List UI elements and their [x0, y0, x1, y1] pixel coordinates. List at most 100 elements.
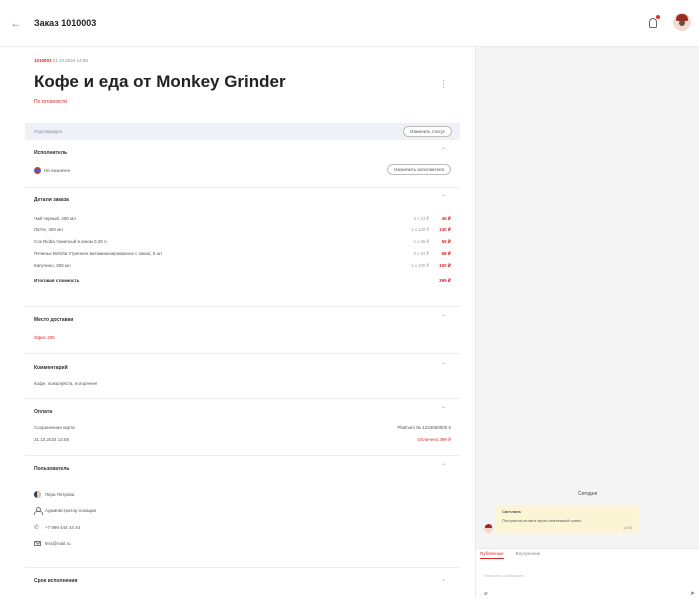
chat-message: Светлана Поступила оплата через платёжны…	[496, 505, 639, 533]
list-item: Чай черный, 200 мл 2 x 23 ₽ 46 ₽	[34, 216, 451, 221]
page-title: Заказ 1010003	[34, 18, 97, 28]
payment-date: 21.10.2024 14:58	[34, 437, 70, 442]
order-datetime: 21.10.2024 14:58	[52, 58, 88, 63]
notification-dot	[656, 15, 660, 19]
user-name: Лера Петрова	[45, 492, 75, 497]
top-right-controls	[646, 13, 691, 31]
item-price: 130 ₽	[439, 227, 451, 232]
payment-date-row: 21.10.2024 14:58 Оплачено 399 ₽	[34, 437, 451, 442]
chevron-up-icon[interactable]: ⌃	[441, 463, 446, 470]
list-item: Латте, 300 мл 1 x 130 ₽ 130 ₽	[34, 227, 451, 232]
user-email[interactable]: lera@mail.ru	[45, 541, 71, 546]
chevron-up-icon[interactable]: ⌃	[441, 147, 446, 154]
total-label: Итоговая стоимость	[34, 278, 80, 283]
order-id: 1010003	[34, 58, 52, 63]
chat-tabs: Публичные Внутренние	[480, 551, 540, 559]
item-qty: 1 x 130 ₽	[411, 227, 429, 232]
item-name: Латте, 300 мл	[34, 227, 63, 232]
deadline-heading: Срок исполнения	[34, 578, 78, 584]
user-email-row: lera@mail.ru	[34, 541, 451, 546]
status-label: Подтвержден	[34, 129, 63, 134]
app-window: ← Заказ 1010003 1010003 21.10.2024 14:58…	[0, 0, 699, 598]
item-name: Чай черный, 200 мл	[34, 216, 76, 221]
item-price: 68 ₽	[441, 251, 451, 256]
executor-value: Не назначен	[44, 168, 71, 173]
delivery-value: Офис 205	[34, 335, 55, 340]
tab-public[interactable]: Публичные	[480, 551, 504, 559]
item-price: 100 ₽	[439, 263, 451, 268]
item-price: 46 ₽	[441, 216, 451, 221]
profile-avatar[interactable]	[673, 13, 691, 31]
chevron-up-icon[interactable]: ⌃	[441, 406, 446, 413]
top-bar: ← Заказ 1010003	[0, 0, 699, 47]
payment-method-row: Сохраненная карта Platinum № 1234560000 …	[34, 425, 451, 430]
notification-bell-icon[interactable]	[646, 15, 660, 29]
tab-internal[interactable]: Внутренние	[516, 551, 541, 559]
comment-heading: Комментарий	[34, 365, 68, 371]
executor-section: Исполнитель ⌃ Не назначен Назначить испо…	[25, 141, 460, 188]
person-icon	[34, 507, 43, 515]
list-item: Сок Rioba томатный в алюм 0,25 л 1 x 65 …	[34, 239, 451, 244]
message-text: Поступила оплата через платёжный шлюз	[502, 518, 581, 523]
user-role: Администратор локации	[45, 508, 97, 513]
chevron-up-icon[interactable]: ⌃	[441, 314, 446, 321]
change-status-button[interactable]: Изменить статус	[403, 126, 452, 137]
flag-icon	[34, 167, 41, 174]
message-author: Светлана	[502, 509, 521, 514]
phone-icon: ✆	[34, 525, 40, 531]
user-role-row: Администратор локации	[34, 507, 451, 515]
user-heading: Пользователь	[34, 466, 70, 472]
delivery-section: Место доставки ⌃ Офис 205	[25, 307, 460, 354]
status-row: Подтвержден Изменить статус	[25, 123, 460, 140]
mail-icon	[34, 541, 41, 546]
total-value: 399 ₽	[439, 278, 451, 283]
user-name-row: Лера Петрова	[34, 491, 451, 498]
item-price: 55 ₽	[441, 239, 451, 244]
item-name: Капучино, 300 мл	[34, 263, 71, 268]
chevron-up-icon[interactable]: ⌃	[441, 362, 446, 369]
message-avatar	[484, 524, 493, 533]
executor-heading: Исполнитель	[34, 150, 68, 156]
payment-card: Platinum № 1234560000 5	[397, 425, 451, 430]
message-time: 14:58	[623, 526, 632, 530]
item-qty: 2 x 34 ₽	[413, 251, 429, 256]
order-header: 1010003 21.10.2024 14:58 Кофе и еда от M…	[0, 47, 475, 123]
chat-panel: Сегодня Светлана Поступила оплата через …	[476, 47, 699, 598]
item-qty: 1 x 100 ₽	[411, 263, 429, 268]
delivery-heading: Место доставки	[34, 317, 74, 323]
list-item: Печенье BelVita Утреннее витаминизирован…	[34, 251, 451, 256]
item-qty: 1 x 65 ₽	[413, 239, 429, 244]
item-qty: 2 x 23 ₽	[413, 216, 429, 221]
attach-icon[interactable]: ⌀	[484, 590, 488, 597]
user-phone[interactable]: +7 999 444 44 44	[45, 525, 80, 530]
user-phone-row: ✆ +7 999 444 44 44	[34, 524, 451, 531]
order-title: Кофе и еда от Monkey Grinder	[34, 72, 286, 91]
order-meta: 1010003 21.10.2024 14:58	[34, 58, 88, 63]
payment-heading: Оплата	[34, 409, 53, 415]
payment-paid: Оплачено 399 ₽	[417, 437, 451, 442]
list-item: Капучино, 300 мл 1 x 100 ₽ 100 ₽	[34, 263, 451, 268]
chat-composer: Публичные Внутренние Написать сообщение.…	[476, 548, 699, 598]
payment-section: Оплата ⌃ Сохраненная карта Platinum № 12…	[25, 399, 460, 456]
order-details-section: Детали заказа ⌃ Чай черный, 200 мл 2 x 2…	[25, 188, 460, 307]
payment-method: Сохраненная карта	[34, 425, 75, 430]
total-row: Итоговая стоимость 399 ₽	[34, 278, 451, 283]
executor-row: Не назначен Назначить исполнителя	[34, 164, 451, 175]
user-avatar	[34, 491, 41, 498]
message-input[interactable]: Написать сообщение...	[484, 573, 527, 578]
comment-section: Комментарий ⌃ Кофе, пожалуйста, погоряче…	[25, 354, 460, 399]
assign-executor-button[interactable]: Назначить исполнителя	[387, 164, 451, 175]
details-heading: Детали заказа	[34, 197, 69, 203]
item-name: Сок Rioba томатный в алюм 0,25 л	[34, 239, 107, 244]
back-arrow-icon[interactable]: ←	[10, 16, 28, 30]
item-name: Печенье BelVita Утреннее витаминизирован…	[34, 251, 163, 256]
chevron-up-icon[interactable]: ⌃	[441, 194, 446, 201]
deadline-section: Срок исполнения ⌄	[25, 568, 460, 598]
readiness-text: По готовности	[34, 99, 67, 105]
chevron-down-icon[interactable]: ⌄	[441, 576, 446, 583]
more-menu-icon[interactable]: ⋮	[439, 80, 448, 89]
user-section: Пользователь ⌃ Лера Петрова Администрато…	[25, 456, 460, 568]
send-icon[interactable]: ➤	[690, 590, 695, 597]
comment-value: Кофе, пожалуйста, погорячее!	[34, 381, 98, 386]
date-separator: Сегодня	[578, 491, 598, 497]
